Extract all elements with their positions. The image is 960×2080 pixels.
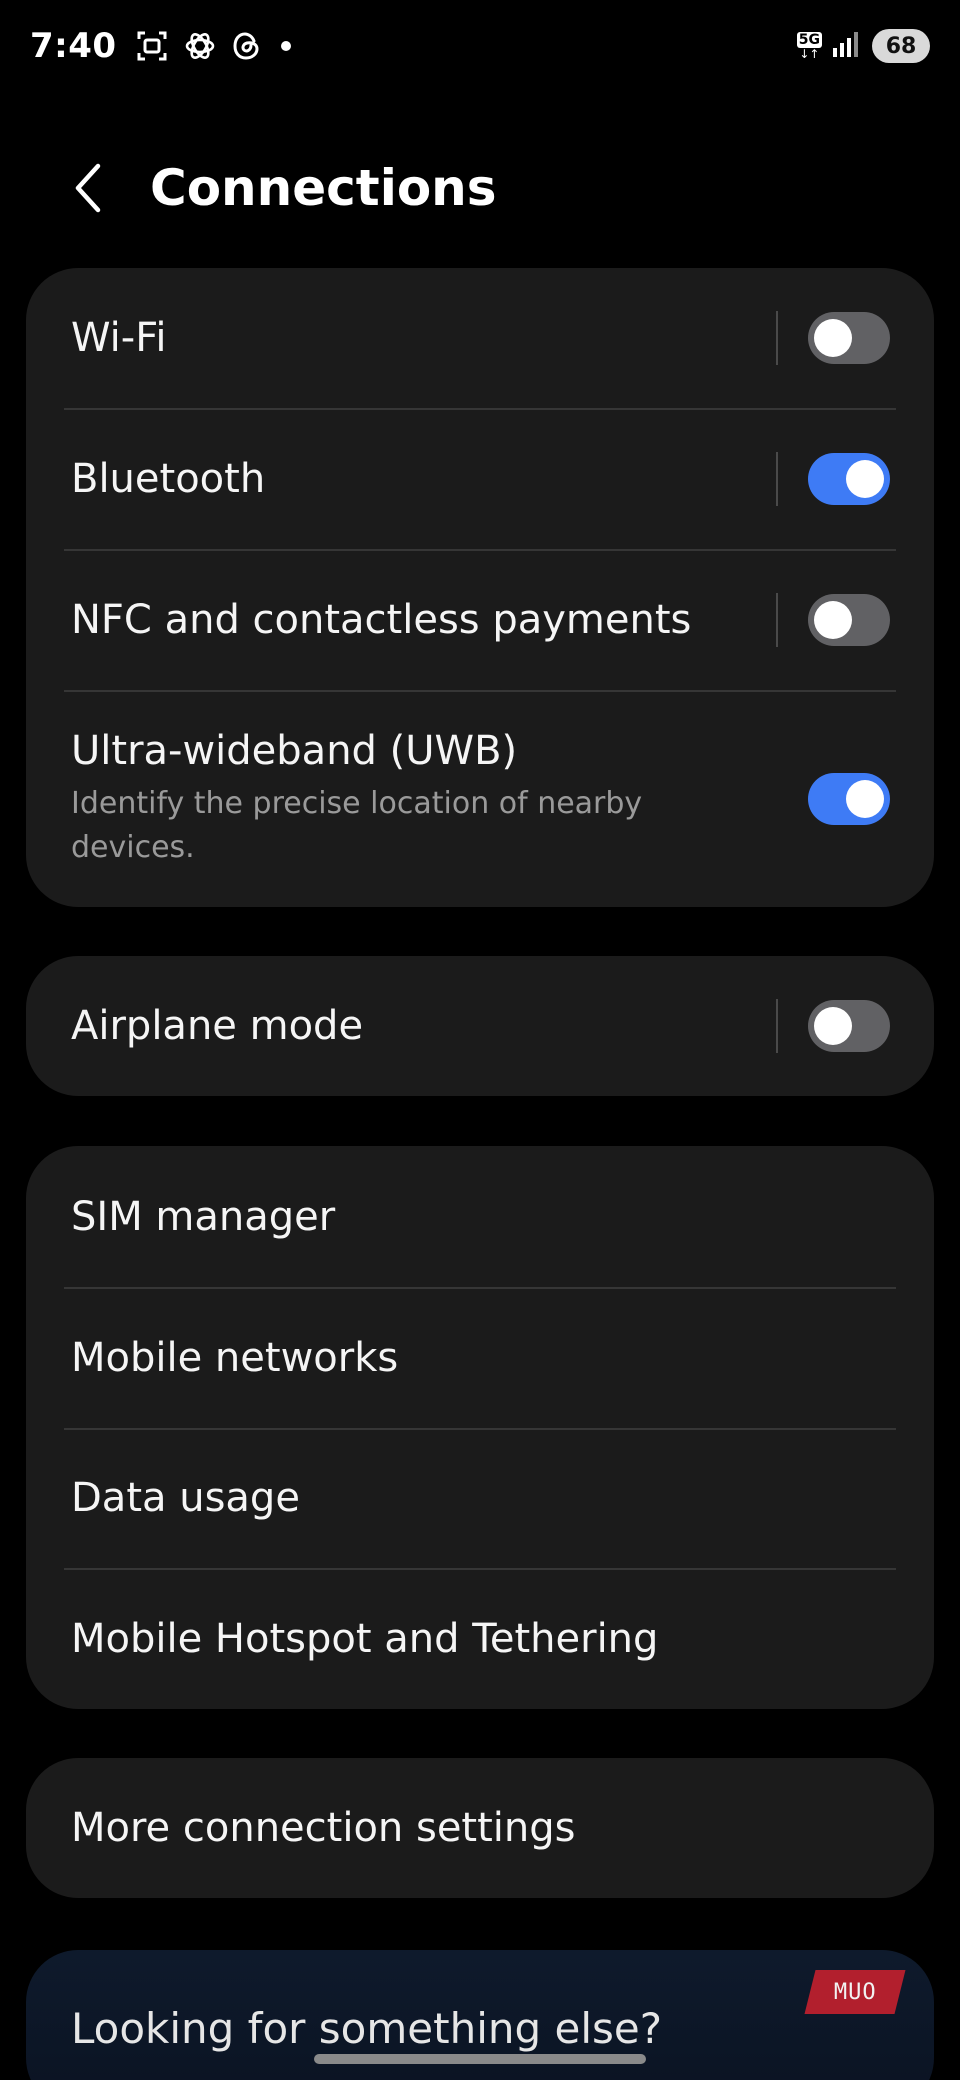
signal-icon (832, 30, 862, 62)
network-label: 5G (796, 32, 822, 48)
back-button[interactable] (38, 138, 138, 238)
network-arrows: ↓↑ (799, 47, 820, 61)
row-divider (776, 999, 778, 1053)
chevron-left-icon (75, 163, 101, 213)
home-indicator[interactable] (314, 2054, 646, 2064)
nfc-toggle[interactable] (808, 593, 890, 646)
bluetooth-toggle[interactable] (808, 452, 890, 505)
more-settings-card: More connection settings (26, 1758, 934, 1898)
screenshot-icon (135, 29, 169, 63)
row-divider (776, 311, 778, 365)
uwb-description: Identify the precise location of nearby … (71, 785, 643, 865)
hotspot-label: Mobile Hotspot and Tethering (71, 1615, 659, 1662)
data-usage-row[interactable]: Data usage (26, 1428, 934, 1568)
app-header: Connections (0, 130, 960, 246)
sim-manager-label: SIM manager (71, 1193, 336, 1240)
network-card: SIM manager Mobile networks Data usage M… (26, 1146, 934, 1709)
battery-icon: 68 (872, 29, 930, 63)
airplane-mode-row[interactable]: Airplane mode (26, 956, 934, 1096)
bluetooth-text: Bluetooth (71, 456, 776, 502)
toggle-knob (846, 459, 884, 498)
toggle-knob (846, 779, 884, 818)
wifi-row[interactable]: Wi-Fi (26, 268, 934, 408)
nfc-label: NFC and contactless payments (71, 596, 692, 643)
airplane-mode-text: Airplane mode (71, 1003, 776, 1049)
uwb-toggle[interactable] (808, 772, 890, 825)
toggle-knob (814, 1007, 852, 1045)
mobile-networks-row[interactable]: Mobile networks (26, 1287, 934, 1428)
uwb-text: Ultra-wideband (UWB) Identify the precis… (71, 728, 808, 870)
nfc-text: NFC and contactless payments (71, 597, 776, 643)
bluetooth-label: Bluetooth (71, 455, 266, 502)
toggle-knob (814, 600, 852, 639)
brand-logo-text: MUO (833, 1979, 877, 2005)
uwb-row[interactable]: Ultra-wideband (UWB) Identify the precis… (26, 690, 934, 907)
banner-text: Looking for something else? (71, 2004, 663, 2053)
uwb-label: Ultra-wideband (UWB) (71, 727, 518, 774)
airplane-mode-label: Airplane mode (71, 1003, 364, 1049)
wifi-text: Wi-Fi (71, 315, 776, 361)
brand-logo: MUO (804, 1970, 906, 2014)
notification-dot-icon (280, 41, 291, 51)
more-settings-row[interactable]: More connection settings (26, 1758, 934, 1898)
chatgpt-icon (183, 29, 217, 63)
status-time: 7:40 (30, 26, 117, 66)
sim-manager-row[interactable]: SIM manager (26, 1146, 934, 1287)
airplane-card: Airplane mode (26, 956, 934, 1096)
connectivity-card: Wi-Fi Bluetooth NFC and contactless paym… (26, 268, 934, 907)
nfc-row[interactable]: NFC and contactless payments (26, 549, 934, 690)
threads-icon (231, 30, 263, 62)
connections-screen: 7:40 5G ↓↑ 68 Connections Wi-Fi Bluetoot… (0, 0, 960, 2080)
wifi-toggle[interactable] (808, 312, 890, 364)
hotspot-row[interactable]: Mobile Hotspot and Tethering (26, 1568, 934, 1709)
data-usage-label: Data usage (71, 1475, 300, 1521)
toggle-knob (814, 319, 852, 357)
row-divider (776, 451, 778, 506)
mobile-networks-label: Mobile networks (71, 1334, 399, 1381)
status-right-group: 5G ↓↑ 68 (796, 29, 930, 63)
network-type-icon: 5G ↓↑ (796, 32, 822, 61)
wifi-label: Wi-Fi (71, 315, 167, 361)
more-settings-label: More connection settings (71, 1805, 576, 1851)
page-title: Connections (150, 159, 497, 217)
row-divider (776, 592, 778, 647)
bluetooth-row[interactable]: Bluetooth (26, 408, 934, 549)
airplane-mode-toggle[interactable] (808, 1000, 890, 1052)
status-bar: 7:40 5G ↓↑ 68 (0, 0, 960, 92)
